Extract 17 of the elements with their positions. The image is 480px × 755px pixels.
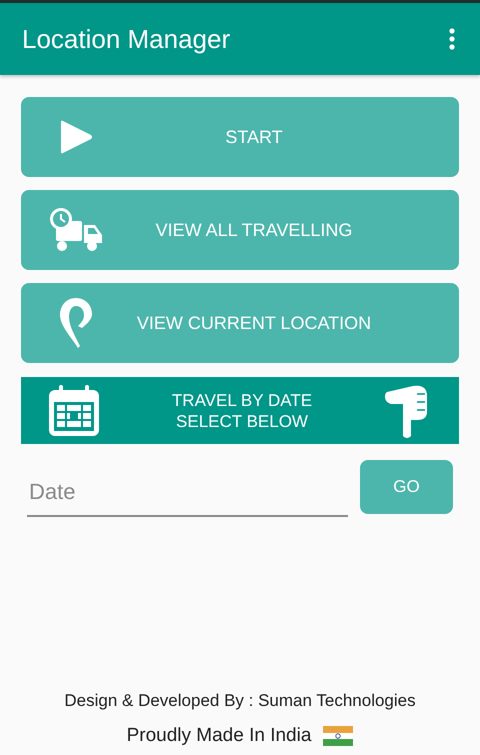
banner-text: SELECT BELOW	[176, 410, 308, 432]
go-button[interactable]: GO	[360, 460, 453, 514]
credit-text: Design & Developed By : Suman Technologies	[64, 691, 416, 711]
menu-button[interactable]: VIEW CURRENT LOCATION	[21, 283, 459, 363]
tagline-text: Proudly Made In India	[126, 725, 312, 747]
location-pin-icon	[58, 296, 94, 350]
flag-icon	[323, 726, 354, 746]
delivery-truck-icon	[48, 207, 104, 253]
pointing-hand-icon	[383, 384, 429, 438]
menu-button[interactable]: START	[21, 97, 459, 177]
date-field[interactable]: Date	[27, 463, 348, 517]
banner-text: TRAVEL BY DATE	[172, 390, 312, 410]
menu-button[interactable]: VIEW ALL TRAVELLING	[21, 190, 459, 270]
calendar-icon	[47, 384, 101, 438]
more-menu-icon[interactable]	[448, 27, 456, 51]
play-icon	[58, 119, 94, 155]
app-title: Location Manager	[22, 24, 230, 54]
